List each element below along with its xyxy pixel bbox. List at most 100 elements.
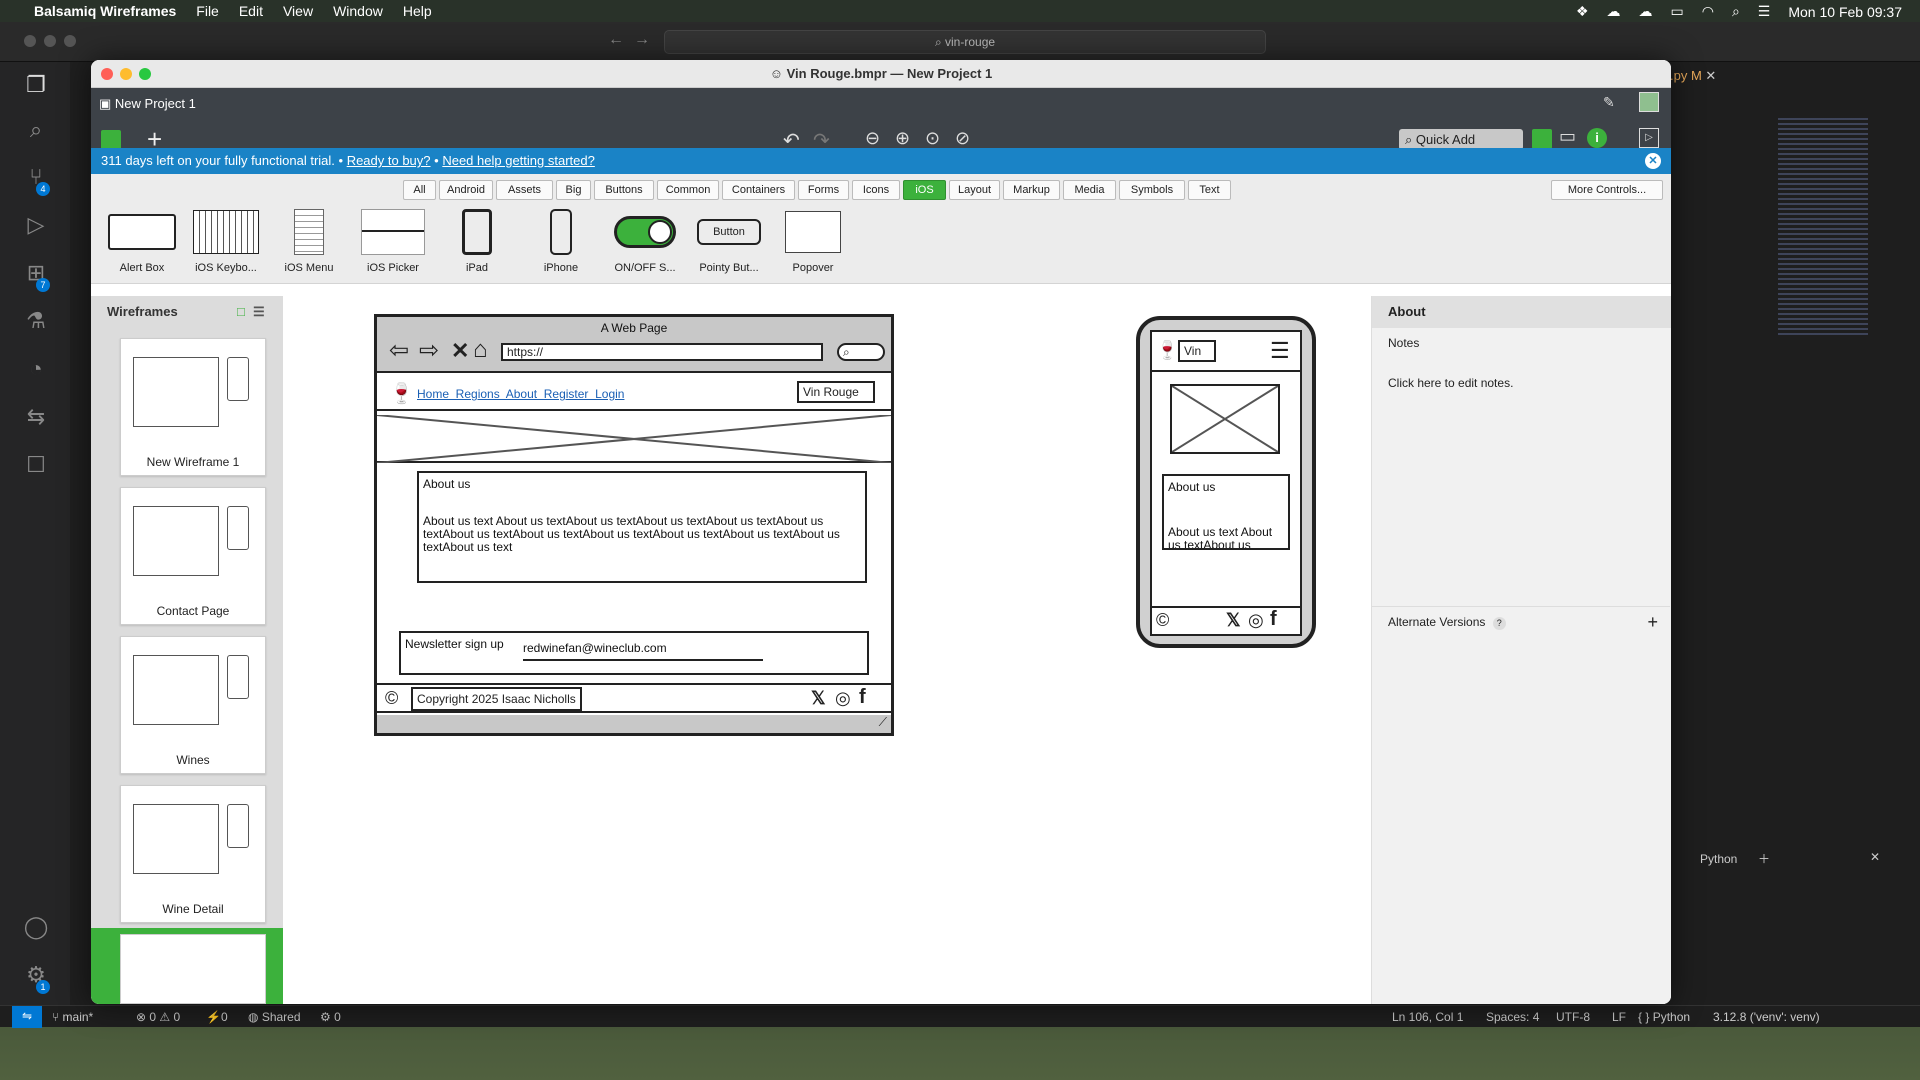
language-status[interactable]: { } Python (1638, 1010, 1690, 1024)
add-terminal-icon[interactable]: ＋ (1758, 850, 1770, 867)
menubar-clock[interactable]: Mon 10 Feb 09:37 (1788, 4, 1902, 20)
present-mode-icon[interactable]: ▷ (1639, 128, 1659, 148)
tab-buttons[interactable]: Buttons (594, 180, 654, 200)
zoom-window-button[interactable] (139, 68, 151, 80)
menu-window[interactable]: Window (333, 3, 383, 19)
branch-status[interactable]: ⑂ main* (52, 1010, 93, 1024)
tab-containers[interactable]: Containers (722, 180, 795, 200)
testing-icon[interactable]: ⚗ (22, 308, 50, 336)
forward-arrow-icon[interactable]: → (634, 31, 650, 49)
wireframe-thumb-contact-page[interactable]: Contact Page (120, 487, 266, 625)
tab-ios[interactable]: iOS (903, 180, 946, 200)
editor-tab-label[interactable]: .py M (1670, 68, 1702, 83)
control-center-icon[interactable]: ☰ (1758, 3, 1771, 20)
tab-symbols[interactable]: Symbols (1119, 180, 1185, 200)
library-on-off-switch[interactable]: ON/OFF S... (605, 208, 685, 274)
encoding-status[interactable]: UTF-8 (1556, 1010, 1590, 1024)
dropbox-icon[interactable]: ❖ (1576, 3, 1589, 20)
library-popover[interactable]: Popover (773, 208, 853, 274)
library-ios-keyboard[interactable]: iOS Keybo... (186, 208, 266, 274)
list-view-icon[interactable]: ☰ (253, 296, 265, 328)
tab-common[interactable]: Common (657, 180, 719, 200)
menu-file[interactable]: File (196, 3, 219, 19)
notes-editor[interactable]: Click here to edit notes. (1372, 376, 1671, 390)
search-icon[interactable]: ⌕ (22, 117, 50, 145)
tab-media[interactable]: Media (1063, 180, 1116, 200)
cursor-position[interactable]: Ln 106, Col 1 (1392, 1010, 1463, 1024)
shared-status[interactable]: ◍ Shared (248, 1010, 301, 1024)
comments-icon[interactable]: ▭ (1559, 126, 1576, 147)
tab-text[interactable]: Text (1188, 180, 1231, 200)
battery-icon[interactable]: ▭ (1671, 3, 1684, 20)
minimize-window-button[interactable] (120, 68, 132, 80)
back-arrow-icon[interactable]: ← (608, 31, 624, 49)
tab-all[interactable]: All (403, 180, 436, 200)
wireframe-thumb-wine-detail[interactable]: Wine Detail (120, 785, 266, 923)
library-toggle-icon[interactable] (1532, 129, 1552, 149)
fit-zoom-icon[interactable]: ⊘ (955, 128, 970, 149)
interpreter-status[interactable]: 3.12.8 ('venv': venv) (1713, 1010, 1820, 1024)
tab-big[interactable]: Big (556, 180, 591, 200)
close-window-button[interactable] (101, 68, 113, 80)
menu-help[interactable]: Help (403, 3, 432, 19)
wireframe-canvas[interactable]: A Web Page ⇦ ⇨ ✕ ⌂ https:// ⌕ 🍷 Home Reg… (283, 296, 1371, 1004)
add-version-icon[interactable]: + (1647, 607, 1658, 637)
shared-label: Shared (261, 1010, 301, 1024)
tab-icons[interactable]: Icons (852, 180, 900, 200)
user-avatar[interactable] (1639, 92, 1659, 112)
quick-add-input[interactable]: ⌕ Quick Add (1399, 129, 1523, 150)
tab-forms[interactable]: Forms (798, 180, 849, 200)
account-icon[interactable]: ◯ (22, 914, 50, 942)
git-graph-icon[interactable]: ◔ (22, 356, 50, 384)
library-alert-box[interactable]: Alert Box (102, 208, 182, 274)
more-controls-button[interactable]: More Controls... (1551, 180, 1663, 200)
wireframe-thumb-about-selected[interactable] (91, 928, 283, 1004)
zoom-out-icon[interactable]: ⊖ (865, 128, 880, 149)
menu-view[interactable]: View (283, 3, 313, 19)
problems-status[interactable]: ⊗ 0 ⚠ 0 (136, 1010, 180, 1024)
remote-icon[interactable]: ⇆ (22, 404, 50, 432)
help-getting-started-link[interactable]: Need help getting started? (442, 153, 595, 168)
extra-status[interactable]: ⚙ 0 (320, 1010, 341, 1024)
browser-window-wireframe[interactable]: A Web Page ⇦ ⇨ ✕ ⌂ https:// ⌕ 🍷 Home Reg… (374, 314, 894, 736)
library-ios-menu[interactable]: iOS Menu (269, 208, 349, 274)
tab-android[interactable]: Android (439, 180, 493, 200)
info-icon[interactable]: i (1587, 128, 1607, 148)
explorer-icon[interactable]: ❐ (22, 72, 50, 100)
terminal-python-label[interactable]: Python (1700, 852, 1737, 866)
library-iphone[interactable]: iPhone (521, 208, 601, 274)
comments-icon[interactable]: ☐ (22, 452, 50, 480)
menu-edit[interactable]: Edit (239, 3, 263, 19)
indentation-status[interactable]: Spaces: 4 (1486, 1010, 1539, 1024)
close-panel-icon[interactable]: ✕ (1870, 850, 1880, 864)
iphone-wireframe[interactable]: 🍷 Vin ☰ About us About us text About us … (1136, 316, 1316, 648)
ready-to-buy-link[interactable]: Ready to buy? (347, 153, 431, 168)
help-icon[interactable]: ? (1492, 617, 1506, 630)
cloud-icon[interactable]: ☁ (1607, 3, 1621, 20)
project-name[interactable]: ▣ New Project 1 (99, 96, 196, 112)
cloud-icon[interactable]: ☁ (1639, 3, 1653, 20)
library-ios-picker[interactable]: iOS Picker (353, 208, 433, 274)
menubar-app-name[interactable]: Balsamiq Wireframes (34, 3, 176, 19)
wireframe-list-icon[interactable] (101, 130, 121, 150)
wifi-icon[interactable]: ◠ (1702, 3, 1714, 20)
remote-indicator-icon[interactable]: ⇋ (12, 1006, 42, 1028)
close-icon[interactable]: ✕ (1705, 68, 1716, 83)
tab-layout[interactable]: Layout (949, 180, 1000, 200)
zoom-in-icon[interactable]: ⊕ (895, 128, 910, 149)
spotlight-search-icon[interactable]: ⌕ (1732, 3, 1740, 20)
thumbnail-view-icon[interactable]: □ (237, 296, 245, 328)
library-pointy-button[interactable]: Button Pointy But... (689, 208, 769, 274)
tab-assets[interactable]: Assets (496, 180, 553, 200)
tab-markup[interactable]: Markup (1003, 180, 1060, 200)
run-debug-icon[interactable]: ▷ (22, 212, 50, 240)
actual-size-icon[interactable]: ⊙ (925, 128, 940, 149)
eol-status[interactable]: LF (1612, 1010, 1626, 1024)
edit-pencil-icon[interactable]: ✎ (1603, 94, 1615, 111)
command-search-input[interactable]: ⌕ vin-rouge (664, 30, 1266, 54)
library-ipad[interactable]: iPad (437, 208, 517, 274)
ports-status[interactable]: ⚡0 (206, 1010, 228, 1024)
wireframe-thumb-wines[interactable]: Wines (120, 636, 266, 774)
close-banner-icon[interactable]: ✕ (1645, 153, 1661, 169)
wireframe-thumb-new-wireframe-1[interactable]: New Wireframe 1 (120, 338, 266, 476)
